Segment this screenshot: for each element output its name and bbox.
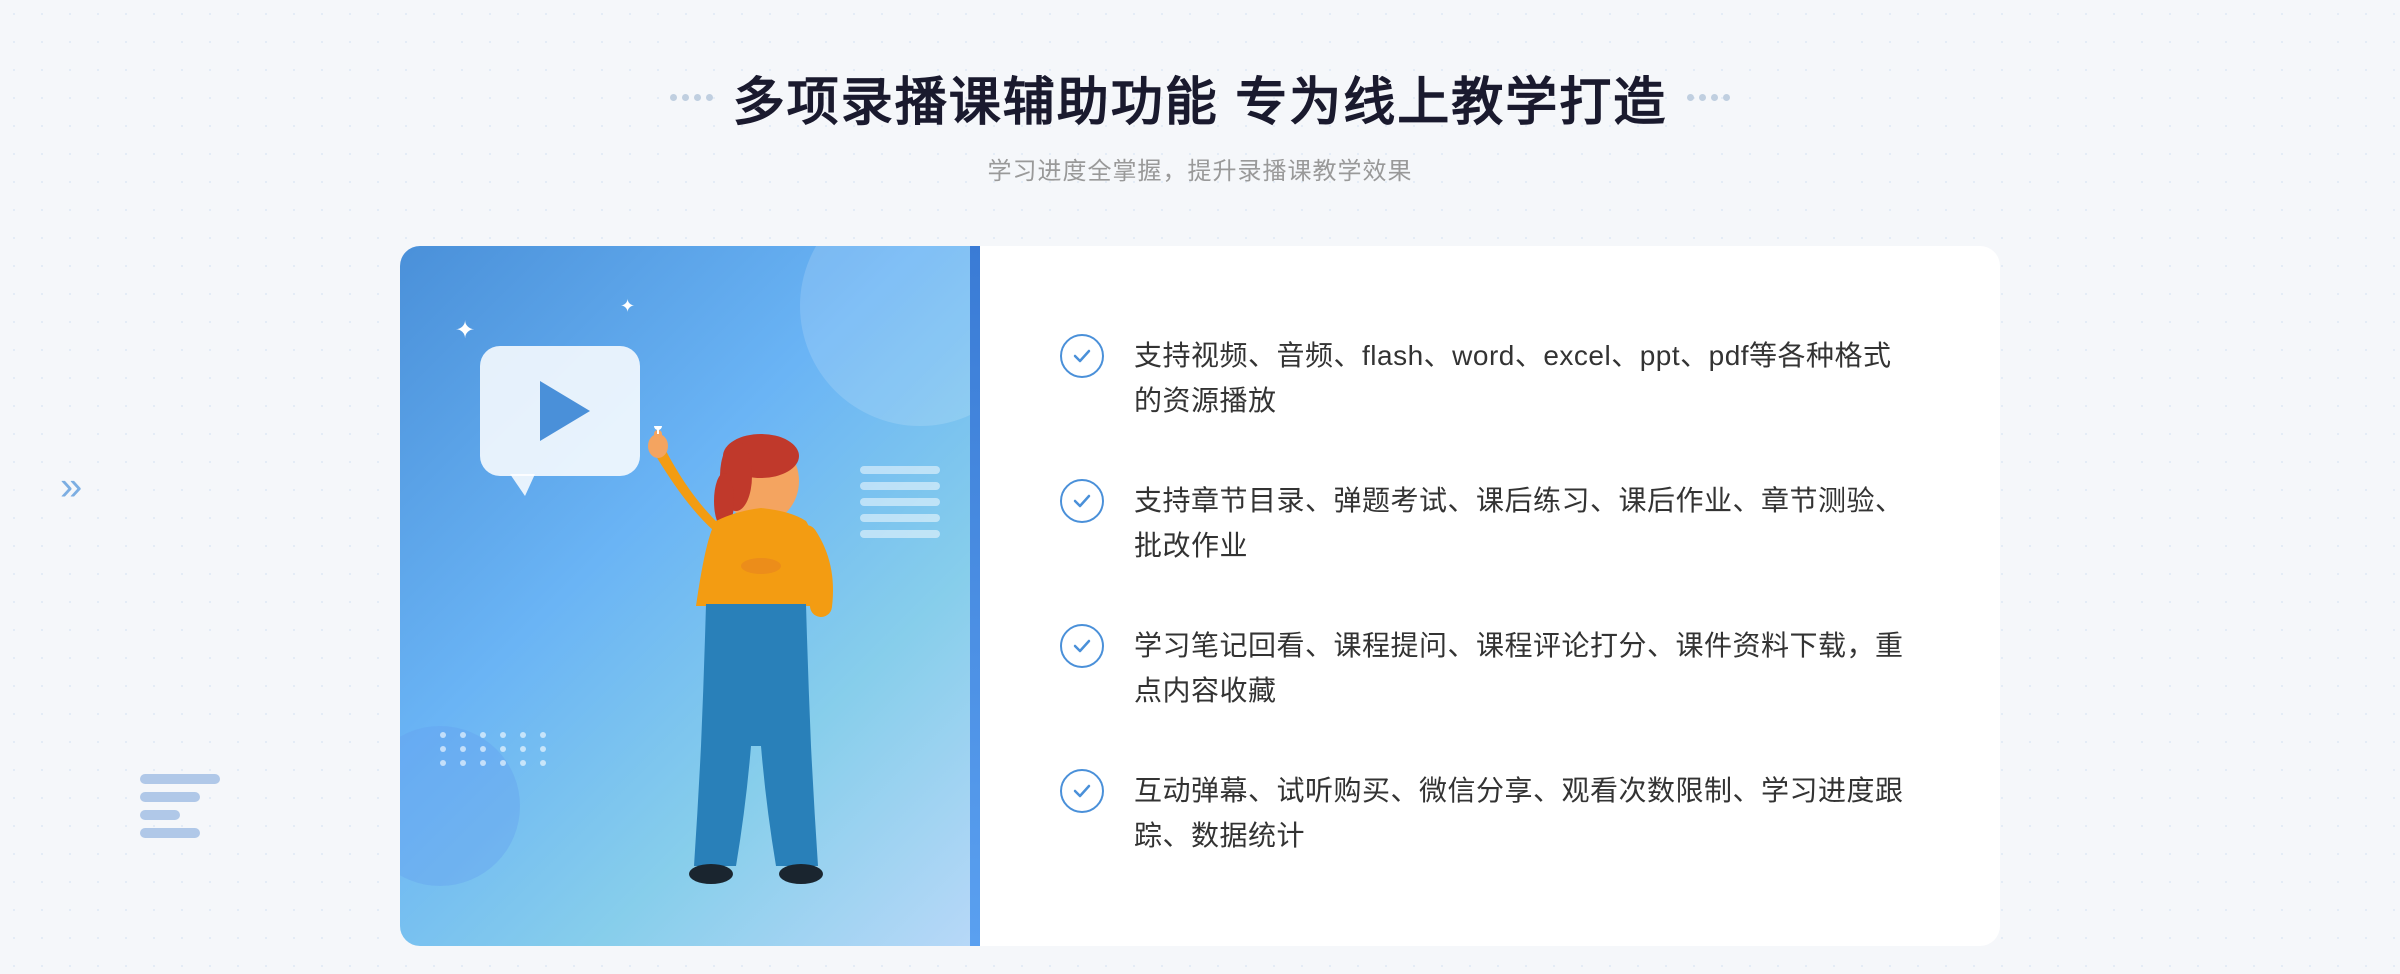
feature-text-2: 支持章节目录、弹题考试、课后练习、课后作业、章节测验、批改作业: [1134, 479, 1920, 569]
content-area: ✦ ✦: [400, 246, 2000, 946]
dot-grid-item: [460, 760, 466, 766]
illustration-card: ✦ ✦: [400, 246, 980, 946]
bl-stripe-3: [140, 810, 180, 820]
feature-item-2: 支持章节目录、弹题考试、课后练习、课后作业、章节测验、批改作业: [1060, 459, 1920, 589]
check-icon-2: [1060, 479, 1104, 523]
sparkle-icon-2: ✦: [620, 296, 635, 317]
bl-stripe-2: [140, 792, 200, 802]
dot-1: [670, 94, 677, 101]
dot-grid-item: [480, 760, 486, 766]
dot-grid-item: [540, 746, 546, 752]
check-icon-4: [1060, 769, 1104, 813]
header-dots-right: [1687, 94, 1730, 101]
features-card: 支持视频、音频、flash、word、excel、ppt、pdf等各种格式的资源…: [980, 246, 2000, 946]
bottom-left-stripe-decoration: [140, 774, 220, 874]
dot-grid-item: [540, 760, 546, 766]
feature-text-4: 互动弹幕、试听购买、微信分享、观看次数限制、学习进度跟踪、数据统计: [1134, 769, 1920, 859]
bl-stripe-4: [140, 828, 200, 838]
dot-grid-item: [440, 732, 446, 738]
header-dots-left: [670, 94, 713, 101]
header-decorators: 多项录播课辅助功能 专为线上教学打造: [670, 60, 1730, 135]
play-icon: [540, 381, 590, 441]
dot-grid-item: [540, 732, 546, 738]
blue-vertical-bar: [970, 246, 980, 946]
dot-grid-item: [500, 732, 506, 738]
check-icon-3: [1060, 624, 1104, 668]
dot-grid-item: [440, 746, 446, 752]
feature-text-3: 学习笔记回看、课程提问、课程评论打分、课件资料下载，重点内容收藏: [1134, 624, 1920, 714]
sparkle-icon-1: ✦: [455, 316, 475, 345]
left-chevron-decoration: »: [60, 465, 82, 510]
check-icon-1: [1060, 334, 1104, 378]
dot-grid-item: [480, 746, 486, 752]
dot-6: [1699, 94, 1706, 101]
header-section: 多项录播课辅助功能 专为线上教学打造 学习进度全掌握，提升录播课教学效果: [670, 60, 1730, 186]
dot-grid-item: [500, 746, 506, 752]
feature-item-4: 互动弹幕、试听购买、微信分享、观看次数限制、学习进度跟踪、数据统计: [1060, 749, 1920, 879]
dot-grid-item: [440, 760, 446, 766]
dot-grid-item: [480, 732, 486, 738]
page-container: 多项录播课辅助功能 专为线上教学打造 学习进度全掌握，提升录播课教学效果 » ✦…: [0, 0, 2400, 974]
main-title: 多项录播课辅助功能 专为线上教学打造: [733, 60, 1667, 135]
dot-grid-item: [520, 732, 526, 738]
dot-grid-item: [460, 732, 466, 738]
dot-grid-item: [460, 746, 466, 752]
feature-item-1: 支持视频、音频、flash、word、excel、ppt、pdf等各种格式的资源…: [1060, 314, 1920, 444]
subtitle: 学习进度全掌握，提升录播课教学效果: [670, 151, 1730, 186]
feature-item-3: 学习笔记回看、课程提问、课程评论打分、课件资料下载，重点内容收藏: [1060, 604, 1920, 734]
dot-4: [706, 94, 713, 101]
dot-grid-item: [520, 746, 526, 752]
circle-decoration-top-right: [800, 246, 980, 426]
dot-2: [682, 94, 689, 101]
dot-7: [1711, 94, 1718, 101]
dot-grid-item: [500, 760, 506, 766]
dot-3: [694, 94, 701, 101]
bl-stripe-1: [140, 774, 220, 784]
dot-grid-item: [520, 760, 526, 766]
person-illustration: [606, 426, 886, 946]
dot-8: [1723, 94, 1730, 101]
dots-grid-decoration: [440, 732, 552, 766]
dot-5: [1687, 94, 1694, 101]
feature-text-1: 支持视频、音频、flash、word、excel、ppt、pdf等各种格式的资源…: [1134, 334, 1920, 424]
